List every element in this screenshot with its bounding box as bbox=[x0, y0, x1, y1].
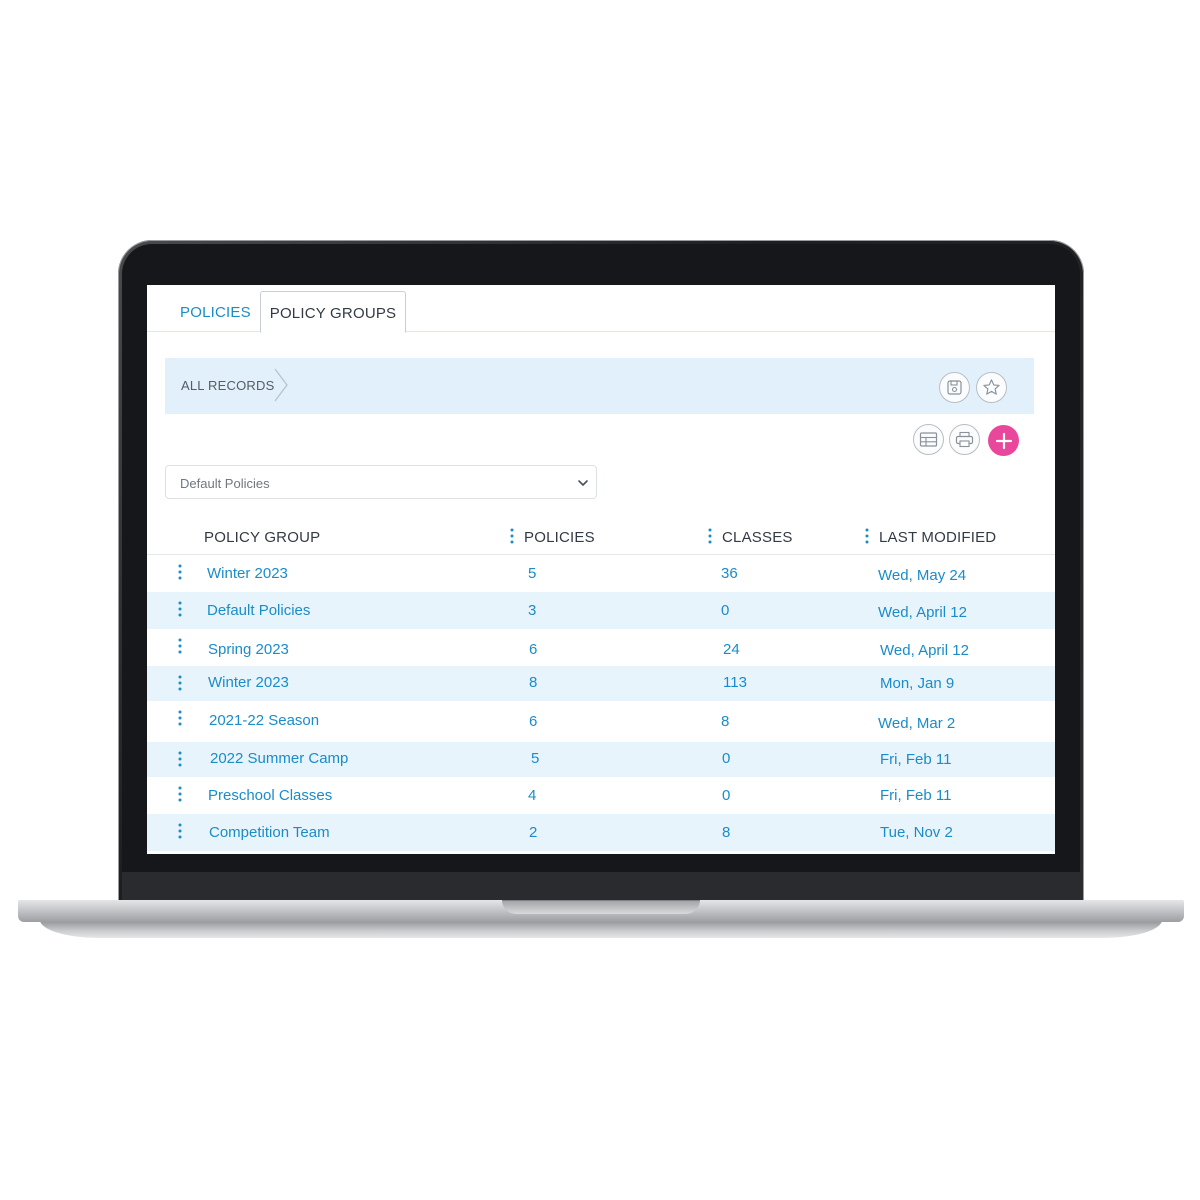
row-menu-icon[interactable] bbox=[178, 751, 182, 767]
column-menu-icon[interactable] bbox=[510, 528, 514, 544]
cell-policies[interactable]: 3 bbox=[528, 602, 536, 619]
cell-policy-group[interactable]: Competition Team bbox=[209, 824, 330, 841]
cell-policy-group[interactable]: Preschool Classes bbox=[208, 787, 332, 804]
cell-policies[interactable]: 5 bbox=[528, 565, 536, 582]
cell-policy-group[interactable]: 2022 Summer Camp bbox=[210, 750, 348, 767]
breadcrumb-chevron-icon bbox=[274, 368, 288, 402]
row-menu-icon[interactable] bbox=[178, 823, 182, 839]
tab-policies[interactable]: POLICIES bbox=[180, 291, 251, 330]
column-header-last-modified[interactable]: LAST MODIFIED bbox=[879, 529, 996, 546]
policy-group-filter-select[interactable]: Default Policies bbox=[165, 465, 597, 499]
cell-policy-group[interactable]: Winter 2023 bbox=[208, 674, 289, 691]
table-row[interactable]: 2022 Summer Camp 5 0 Fri, Feb 11 bbox=[147, 742, 1055, 777]
cell-policy-group[interactable]: Default Policies bbox=[207, 602, 310, 619]
table-header: POLICY GROUP POLICIES CLASSES LAST MODIF… bbox=[147, 519, 1055, 555]
table-row[interactable]: Preschool Classes 4 0 Fri, Feb 11 bbox=[147, 777, 1055, 814]
table-icon bbox=[919, 432, 938, 447]
laptop-chin bbox=[122, 872, 1080, 902]
app-screen: POLICIES POLICY GROUPS ALL RECORDS Defau… bbox=[147, 285, 1055, 854]
table-row[interactable]: Winter 2023 5 36 Wed, May 24 bbox=[147, 555, 1055, 592]
row-menu-icon[interactable] bbox=[178, 786, 182, 802]
plus-icon bbox=[995, 432, 1012, 449]
save-icon bbox=[947, 380, 962, 395]
filter-selected-value: Default Policies bbox=[180, 476, 270, 491]
cell-policies[interactable]: 2 bbox=[529, 824, 537, 841]
cell-classes[interactable]: 0 bbox=[721, 602, 729, 619]
tab-policy-groups[interactable]: POLICY GROUPS bbox=[260, 291, 406, 333]
laptop-notch bbox=[502, 900, 700, 914]
cell-last-modified: Wed, April 12 bbox=[880, 642, 969, 659]
cell-policies[interactable]: 8 bbox=[529, 674, 537, 691]
column-header-classes[interactable]: CLASSES bbox=[722, 529, 793, 546]
cell-policies[interactable]: 6 bbox=[529, 641, 537, 658]
cell-classes[interactable]: 24 bbox=[723, 641, 740, 658]
table-row[interactable]: Spring 2023 6 24 Wed, April 12 bbox=[147, 629, 1055, 666]
column-header-policies[interactable]: POLICIES bbox=[524, 529, 595, 546]
table-row[interactable]: Default Policies 3 0 Wed, April 12 bbox=[147, 592, 1055, 629]
cell-last-modified: Mon, Jan 9 bbox=[880, 675, 955, 692]
cell-policies[interactable]: 6 bbox=[529, 713, 537, 730]
cell-classes[interactable]: 0 bbox=[722, 750, 730, 767]
column-header-policy-group[interactable]: POLICY GROUP bbox=[204, 529, 320, 546]
column-menu-icon[interactable] bbox=[708, 528, 712, 544]
column-menu-icon[interactable] bbox=[865, 528, 869, 544]
cell-last-modified: Fri, Feb 11 bbox=[880, 787, 952, 804]
save-view-button[interactable] bbox=[939, 372, 970, 403]
row-menu-icon[interactable] bbox=[178, 564, 182, 580]
favorite-button[interactable] bbox=[976, 372, 1007, 403]
cell-policy-group[interactable]: Winter 2023 bbox=[207, 565, 288, 582]
print-button[interactable] bbox=[949, 424, 980, 455]
chevron-down-icon bbox=[578, 480, 588, 486]
cell-classes[interactable]: 8 bbox=[721, 713, 729, 730]
table-view-button[interactable] bbox=[913, 424, 944, 455]
cell-policy-group[interactable]: Spring 2023 bbox=[208, 641, 289, 658]
cell-classes[interactable]: 0 bbox=[722, 787, 730, 804]
row-menu-icon[interactable] bbox=[178, 675, 182, 691]
tab-bar: POLICIES POLICY GROUPS bbox=[147, 285, 1055, 333]
cell-last-modified: Wed, Mar 2 bbox=[878, 715, 956, 732]
cell-classes[interactable]: 36 bbox=[721, 565, 738, 582]
cell-policies[interactable]: 5 bbox=[531, 750, 539, 767]
add-button[interactable] bbox=[988, 425, 1019, 456]
table-row[interactable]: 2021-22 Season 6 8 Wed, Mar 2 bbox=[147, 701, 1055, 742]
cell-last-modified: Wed, May 24 bbox=[878, 567, 967, 584]
cell-classes[interactable]: 113 bbox=[723, 674, 747, 691]
laptop-base-bottom bbox=[40, 920, 1162, 938]
policy-groups-table: POLICY GROUP POLICIES CLASSES LAST MODIF… bbox=[147, 519, 1055, 851]
cell-classes[interactable]: 8 bbox=[722, 824, 730, 841]
cell-last-modified: Tue, Nov 2 bbox=[880, 824, 953, 841]
cell-last-modified: Fri, Feb 11 bbox=[880, 751, 952, 768]
cell-policies[interactable]: 4 bbox=[528, 787, 536, 804]
cell-last-modified: Wed, April 12 bbox=[878, 604, 967, 621]
row-menu-icon[interactable] bbox=[178, 638, 182, 654]
print-icon bbox=[955, 431, 974, 448]
breadcrumb-all-records[interactable]: ALL RECORDS bbox=[181, 378, 274, 393]
breadcrumb-bar: ALL RECORDS bbox=[165, 358, 1034, 414]
table-row[interactable]: Winter 2023 8 113 Mon, Jan 9 bbox=[147, 666, 1055, 701]
cell-policy-group[interactable]: 2021-22 Season bbox=[209, 712, 319, 729]
star-icon bbox=[983, 379, 1000, 395]
row-menu-icon[interactable] bbox=[178, 710, 182, 726]
table-row[interactable]: Competition Team 2 8 Tue, Nov 2 bbox=[147, 814, 1055, 851]
row-menu-icon[interactable] bbox=[178, 601, 182, 617]
